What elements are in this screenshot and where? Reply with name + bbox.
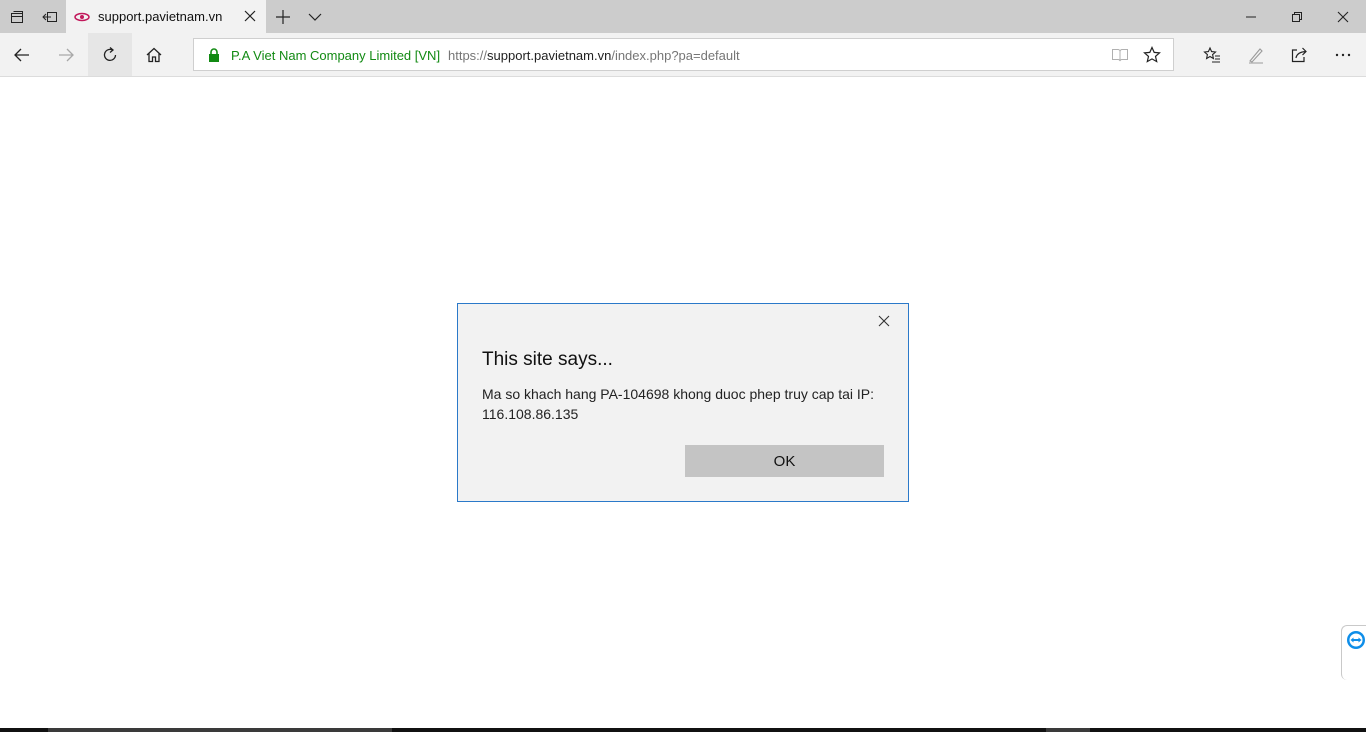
tabs-aside-button[interactable] [0,0,33,33]
home-icon [146,47,162,62]
tab-title: support.pavietnam.vn [98,9,223,24]
chevron-down-icon [308,13,322,21]
reading-view-icon[interactable] [1111,47,1129,63]
pa-favicon-icon [74,12,90,22]
dialog-message: Ma so khach hang PA-104698 khong duoc ph… [482,386,874,422]
minimize-button[interactable] [1228,0,1274,33]
tab-list-button[interactable] [300,0,330,33]
more-button[interactable] [1321,33,1365,76]
share-button[interactable] [1277,33,1321,76]
home-button[interactable] [132,33,176,76]
plus-icon [276,9,290,24]
url-host: support.pavietnam.vn [487,48,612,63]
alert-dialog: This site says... Ma so khach hang PA-10… [457,303,909,502]
forward-button[interactable] [44,33,88,76]
notes-button[interactable] [1234,33,1278,76]
close-icon [1337,11,1349,22]
remote-support-widget[interactable] [1341,625,1366,680]
back-arrow-icon [14,48,29,61]
restore-tabs-icon [41,11,57,22]
taskbar-item[interactable] [48,728,392,732]
tab-bar: support.pavietnam.vn [0,0,1366,33]
navigation-bar: P.A Viet Nam Company Limited [VN] https:… [0,33,1366,77]
more-icon [1335,53,1351,56]
site-identity[interactable]: P.A Viet Nam Company Limited [VN] [231,48,440,63]
favorite-star-icon[interactable] [1143,46,1161,64]
favorites-icon [1203,46,1220,63]
favorites-hub-button[interactable] [1190,33,1234,76]
lock-icon [209,48,219,62]
page-content: This site says... Ma so khach hang PA-10… [0,77,1366,728]
remote-support-icon [1347,631,1365,649]
back-button[interactable] [0,33,44,76]
tab-support-pavietnam[interactable]: support.pavietnam.vn [66,0,266,33]
address-bar[interactable]: P.A Viet Nam Company Limited [VN] https:… [193,38,1174,71]
ok-button[interactable]: OK [685,445,884,477]
tab-close-icon[interactable] [242,8,258,24]
tabs-aside-icon [10,10,23,23]
forward-arrow-icon [59,48,74,61]
notes-pen-icon [1249,47,1263,64]
maximize-icon [1292,11,1302,22]
maximize-button[interactable] [1274,0,1320,33]
url-path: /index.php?pa=default [611,48,740,63]
taskbar [0,728,1366,732]
new-tab-button[interactable] [268,0,298,33]
browser-window: support.pavietnam.vn P.A Viet Nam Compan… [0,0,1366,732]
refresh-button[interactable] [88,33,132,76]
close-icon[interactable] [876,313,892,329]
taskbar-item[interactable] [1046,728,1090,732]
restore-tabs-button[interactable] [33,0,66,33]
url-text[interactable]: https://support.pavietnam.vn/index.php?p… [448,48,740,63]
share-icon [1291,47,1307,62]
url-scheme: https:// [448,48,488,63]
minimize-icon [1246,16,1256,17]
close-window-button[interactable] [1320,0,1366,33]
refresh-icon [103,46,117,61]
dialog-title: This site says... [482,349,613,370]
